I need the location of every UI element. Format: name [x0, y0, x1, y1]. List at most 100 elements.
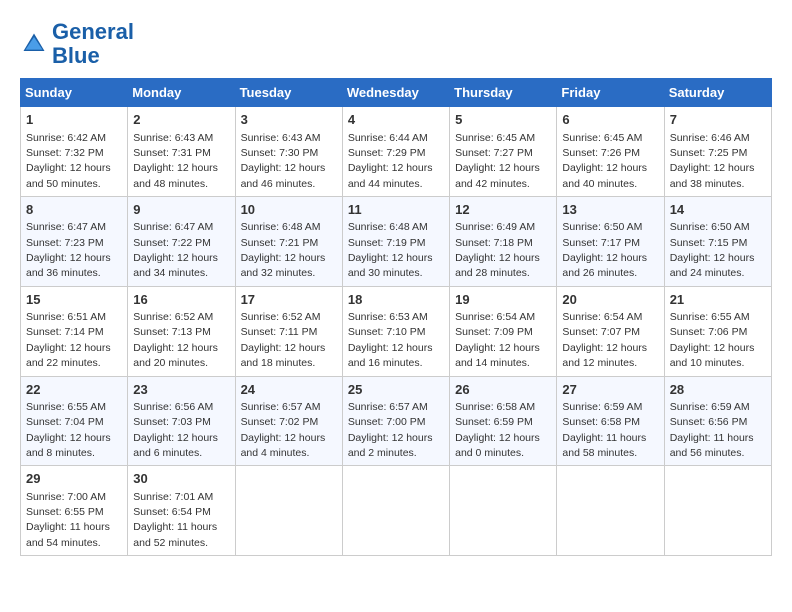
day-info: Sunrise: 6:56 AMSunset: 7:03 PMDaylight:… — [133, 401, 218, 459]
day-info: Sunrise: 6:53 AMSunset: 7:10 PMDaylight:… — [348, 311, 433, 369]
day-number: 5 — [455, 111, 551, 129]
day-info: Sunrise: 6:50 AMSunset: 7:15 PMDaylight:… — [670, 221, 755, 279]
table-row: 2 Sunrise: 6:43 AMSunset: 7:31 PMDayligh… — [128, 107, 235, 197]
day-number: 24 — [241, 381, 337, 399]
day-number: 11 — [348, 201, 444, 219]
page-header: General Blue — [20, 20, 772, 68]
day-number: 10 — [241, 201, 337, 219]
day-number: 22 — [26, 381, 122, 399]
table-row: 13 Sunrise: 6:50 AMSunset: 7:17 PMDaylig… — [557, 197, 664, 287]
day-info: Sunrise: 6:54 AMSunset: 7:09 PMDaylight:… — [455, 311, 540, 369]
table-row: 25 Sunrise: 6:57 AMSunset: 7:00 PMDaylig… — [342, 376, 449, 466]
day-info: Sunrise: 6:58 AMSunset: 6:59 PMDaylight:… — [455, 401, 540, 459]
day-number: 17 — [241, 291, 337, 309]
weekday-header-sunday: Sunday — [21, 79, 128, 107]
table-row: 21 Sunrise: 6:55 AMSunset: 7:06 PMDaylig… — [664, 286, 771, 376]
day-number: 1 — [26, 111, 122, 129]
table-row: 16 Sunrise: 6:52 AMSunset: 7:13 PMDaylig… — [128, 286, 235, 376]
weekday-header-monday: Monday — [128, 79, 235, 107]
weekday-header-thursday: Thursday — [450, 79, 557, 107]
weekday-header-friday: Friday — [557, 79, 664, 107]
day-number: 6 — [562, 111, 658, 129]
day-number: 26 — [455, 381, 551, 399]
day-number: 14 — [670, 201, 766, 219]
day-number: 23 — [133, 381, 229, 399]
day-number: 16 — [133, 291, 229, 309]
table-row: 15 Sunrise: 6:51 AMSunset: 7:14 PMDaylig… — [21, 286, 128, 376]
day-number: 7 — [670, 111, 766, 129]
table-row: 30 Sunrise: 7:01 AMSunset: 6:54 PMDaylig… — [128, 466, 235, 556]
table-row: 4 Sunrise: 6:44 AMSunset: 7:29 PMDayligh… — [342, 107, 449, 197]
table-row: 19 Sunrise: 6:54 AMSunset: 7:09 PMDaylig… — [450, 286, 557, 376]
table-row: 3 Sunrise: 6:43 AMSunset: 7:30 PMDayligh… — [235, 107, 342, 197]
day-info: Sunrise: 6:50 AMSunset: 7:17 PMDaylight:… — [562, 221, 647, 279]
table-row: 27 Sunrise: 6:59 AMSunset: 6:58 PMDaylig… — [557, 376, 664, 466]
table-row: 23 Sunrise: 6:56 AMSunset: 7:03 PMDaylig… — [128, 376, 235, 466]
day-info: Sunrise: 6:47 AMSunset: 7:23 PMDaylight:… — [26, 221, 111, 279]
day-number: 13 — [562, 201, 658, 219]
day-info: Sunrise: 6:54 AMSunset: 7:07 PMDaylight:… — [562, 311, 647, 369]
table-row: 10 Sunrise: 6:48 AMSunset: 7:21 PMDaylig… — [235, 197, 342, 287]
table-row: 26 Sunrise: 6:58 AMSunset: 6:59 PMDaylig… — [450, 376, 557, 466]
day-info: Sunrise: 6:57 AMSunset: 7:00 PMDaylight:… — [348, 401, 433, 459]
day-info: Sunrise: 6:49 AMSunset: 7:18 PMDaylight:… — [455, 221, 540, 279]
day-info: Sunrise: 6:48 AMSunset: 7:19 PMDaylight:… — [348, 221, 433, 279]
table-row — [664, 466, 771, 556]
day-info: Sunrise: 6:57 AMSunset: 7:02 PMDaylight:… — [241, 401, 326, 459]
weekday-header-wednesday: Wednesday — [342, 79, 449, 107]
day-number: 30 — [133, 470, 229, 488]
table-row: 7 Sunrise: 6:46 AMSunset: 7:25 PMDayligh… — [664, 107, 771, 197]
day-info: Sunrise: 6:43 AMSunset: 7:30 PMDaylight:… — [241, 132, 326, 190]
calendar-table: SundayMondayTuesdayWednesdayThursdayFrid… — [20, 78, 772, 556]
table-row: 6 Sunrise: 6:45 AMSunset: 7:26 PMDayligh… — [557, 107, 664, 197]
day-info: Sunrise: 7:00 AMSunset: 6:55 PMDaylight:… — [26, 491, 110, 549]
day-number: 12 — [455, 201, 551, 219]
day-info: Sunrise: 6:55 AMSunset: 7:04 PMDaylight:… — [26, 401, 111, 459]
day-number: 18 — [348, 291, 444, 309]
day-number: 8 — [26, 201, 122, 219]
day-info: Sunrise: 6:55 AMSunset: 7:06 PMDaylight:… — [670, 311, 755, 369]
table-row: 11 Sunrise: 6:48 AMSunset: 7:19 PMDaylig… — [342, 197, 449, 287]
day-number: 2 — [133, 111, 229, 129]
day-info: Sunrise: 6:52 AMSunset: 7:11 PMDaylight:… — [241, 311, 326, 369]
day-info: Sunrise: 6:59 AMSunset: 6:58 PMDaylight:… — [562, 401, 646, 459]
day-number: 25 — [348, 381, 444, 399]
day-info: Sunrise: 6:43 AMSunset: 7:31 PMDaylight:… — [133, 132, 218, 190]
table-row: 9 Sunrise: 6:47 AMSunset: 7:22 PMDayligh… — [128, 197, 235, 287]
weekday-header-tuesday: Tuesday — [235, 79, 342, 107]
table-row: 5 Sunrise: 6:45 AMSunset: 7:27 PMDayligh… — [450, 107, 557, 197]
table-row: 14 Sunrise: 6:50 AMSunset: 7:15 PMDaylig… — [664, 197, 771, 287]
day-number: 19 — [455, 291, 551, 309]
table-row: 24 Sunrise: 6:57 AMSunset: 7:02 PMDaylig… — [235, 376, 342, 466]
table-row: 29 Sunrise: 7:00 AMSunset: 6:55 PMDaylig… — [21, 466, 128, 556]
table-row — [235, 466, 342, 556]
table-row: 22 Sunrise: 6:55 AMSunset: 7:04 PMDaylig… — [21, 376, 128, 466]
table-row — [557, 466, 664, 556]
table-row — [342, 466, 449, 556]
day-info: Sunrise: 6:47 AMSunset: 7:22 PMDaylight:… — [133, 221, 218, 279]
day-info: Sunrise: 6:48 AMSunset: 7:21 PMDaylight:… — [241, 221, 326, 279]
logo-text: General Blue — [52, 20, 134, 68]
day-info: Sunrise: 6:45 AMSunset: 7:26 PMDaylight:… — [562, 132, 647, 190]
weekday-header-saturday: Saturday — [664, 79, 771, 107]
day-number: 20 — [562, 291, 658, 309]
table-row: 8 Sunrise: 6:47 AMSunset: 7:23 PMDayligh… — [21, 197, 128, 287]
day-number: 21 — [670, 291, 766, 309]
day-info: Sunrise: 7:01 AMSunset: 6:54 PMDaylight:… — [133, 491, 217, 549]
table-row: 17 Sunrise: 6:52 AMSunset: 7:11 PMDaylig… — [235, 286, 342, 376]
day-info: Sunrise: 6:44 AMSunset: 7:29 PMDaylight:… — [348, 132, 433, 190]
day-info: Sunrise: 6:42 AMSunset: 7:32 PMDaylight:… — [26, 132, 111, 190]
day-info: Sunrise: 6:51 AMSunset: 7:14 PMDaylight:… — [26, 311, 111, 369]
day-number: 15 — [26, 291, 122, 309]
day-info: Sunrise: 6:46 AMSunset: 7:25 PMDaylight:… — [670, 132, 755, 190]
day-number: 3 — [241, 111, 337, 129]
table-row: 18 Sunrise: 6:53 AMSunset: 7:10 PMDaylig… — [342, 286, 449, 376]
table-row: 12 Sunrise: 6:49 AMSunset: 7:18 PMDaylig… — [450, 197, 557, 287]
day-number: 28 — [670, 381, 766, 399]
day-number: 29 — [26, 470, 122, 488]
day-number: 27 — [562, 381, 658, 399]
logo-icon — [20, 30, 48, 58]
table-row: 28 Sunrise: 6:59 AMSunset: 6:56 PMDaylig… — [664, 376, 771, 466]
table-row: 20 Sunrise: 6:54 AMSunset: 7:07 PMDaylig… — [557, 286, 664, 376]
day-info: Sunrise: 6:52 AMSunset: 7:13 PMDaylight:… — [133, 311, 218, 369]
